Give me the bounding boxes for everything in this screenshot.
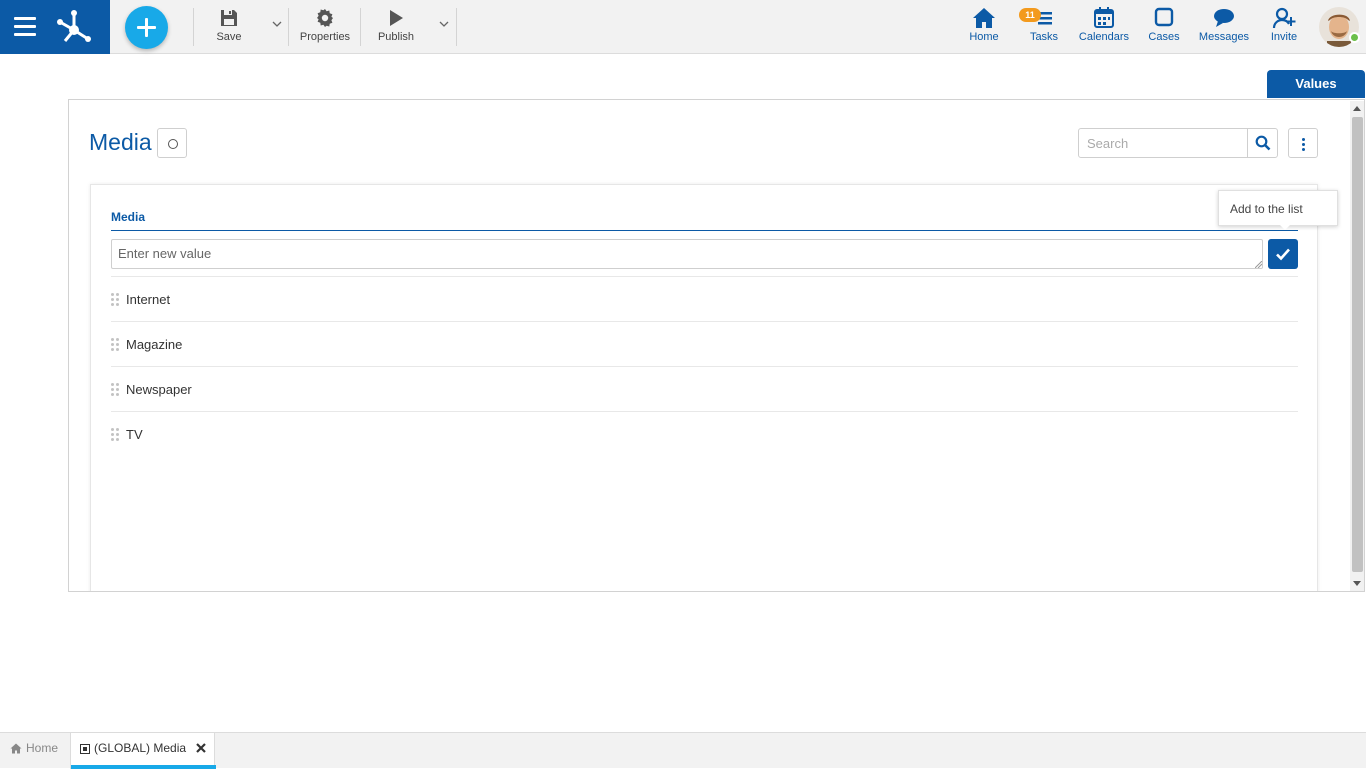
panel-scrollbar[interactable] bbox=[1350, 101, 1364, 591]
drag-handle-icon[interactable] bbox=[111, 383, 121, 396]
online-status-dot bbox=[1349, 32, 1360, 43]
nav-cases-label: Cases bbox=[1148, 31, 1180, 43]
toolbar-divider bbox=[456, 8, 457, 46]
scrollbar-thumb[interactable] bbox=[1352, 117, 1363, 572]
values-button[interactable]: Values bbox=[1267, 70, 1365, 98]
tasks-count-badge: 11 bbox=[1019, 8, 1041, 22]
nav-tasks-label: Tasks bbox=[1029, 31, 1059, 43]
publish-button[interactable]: Publish bbox=[374, 6, 418, 43]
list-item-label: Internet bbox=[126, 292, 171, 307]
top-bar: Save Properties Publish Home Tasks 11 Ca… bbox=[0, 0, 1366, 54]
list-item-label: TV bbox=[126, 427, 143, 442]
field-underline bbox=[111, 230, 1298, 231]
circle-icon bbox=[168, 139, 178, 149]
toolbar-divider bbox=[360, 8, 361, 46]
search-button[interactable] bbox=[1247, 128, 1278, 158]
tab-home[interactable]: Home bbox=[0, 733, 70, 769]
chevron-down-icon[interactable] bbox=[438, 18, 450, 30]
publish-label: Publish bbox=[377, 31, 415, 43]
menu-icon[interactable] bbox=[14, 17, 36, 37]
more-options-button[interactable] bbox=[1288, 128, 1318, 158]
nav-messages-label: Messages bbox=[1198, 31, 1250, 43]
nav-invite-label: Invite bbox=[1270, 31, 1298, 43]
page-title: Media bbox=[89, 129, 152, 155]
field-label: Media bbox=[111, 210, 146, 224]
search-icon bbox=[1255, 135, 1271, 151]
nav-home[interactable]: Home bbox=[966, 7, 1002, 43]
toolbar-divider bbox=[288, 8, 289, 46]
scroll-down-arrow[interactable] bbox=[1353, 581, 1361, 586]
add-button[interactable] bbox=[125, 6, 168, 49]
nav-home-label: Home bbox=[969, 31, 999, 43]
list-item[interactable]: Magazine bbox=[111, 321, 1298, 366]
save-icon bbox=[221, 10, 237, 26]
list-item-label: Newspaper bbox=[126, 382, 192, 397]
cases-icon bbox=[1154, 7, 1174, 27]
list-item[interactable]: Newspaper bbox=[111, 366, 1298, 411]
chevron-down-icon[interactable] bbox=[271, 18, 283, 30]
toolbar-divider bbox=[193, 8, 194, 46]
home-icon bbox=[10, 743, 22, 754]
properties-button[interactable]: Properties bbox=[297, 6, 353, 43]
main-panel: Media Media Add to the list Internet Mag… bbox=[68, 99, 1365, 592]
add-to-list-button[interactable] bbox=[1268, 239, 1298, 269]
tab-global-media[interactable]: (GLOBAL) Media bbox=[70, 733, 216, 769]
nav-invite[interactable]: Invite bbox=[1267, 7, 1301, 43]
values-list: Internet Magazine Newspaper TV bbox=[111, 276, 1298, 456]
nav-calendars-label: Calendars bbox=[1078, 31, 1130, 43]
properties-label: Properties bbox=[299, 31, 351, 43]
tooltip-arrow bbox=[1280, 225, 1290, 230]
invite-icon bbox=[1272, 7, 1296, 29]
form-icon bbox=[80, 744, 90, 754]
list-item[interactable]: TV bbox=[111, 411, 1298, 456]
active-tab-indicator bbox=[71, 765, 216, 769]
status-toggle-button[interactable] bbox=[157, 128, 187, 158]
play-icon bbox=[390, 10, 403, 26]
add-to-list-tooltip: Add to the list bbox=[1218, 190, 1338, 226]
drag-handle-icon[interactable] bbox=[111, 428, 121, 441]
save-label: Save bbox=[216, 31, 242, 43]
new-value-input[interactable] bbox=[111, 239, 1263, 269]
bottom-tab-bar: Home (GLOBAL) Media bbox=[0, 732, 1366, 769]
nav-cases[interactable]: Cases bbox=[1146, 7, 1182, 43]
list-item[interactable]: Internet bbox=[111, 276, 1298, 321]
tab-global-media-label: (GLOBAL) Media bbox=[94, 741, 187, 755]
logo-block bbox=[0, 0, 110, 54]
tab-home-label: Home bbox=[26, 741, 59, 755]
nav-calendars[interactable]: Calendars bbox=[1077, 7, 1131, 43]
search-input[interactable] bbox=[1078, 128, 1248, 158]
values-card: Media Add to the list Internet Magazine … bbox=[90, 184, 1338, 591]
check-icon bbox=[1276, 248, 1290, 261]
brand-icon[interactable] bbox=[56, 9, 92, 45]
calendar-icon bbox=[1094, 7, 1114, 28]
drag-handle-icon[interactable] bbox=[111, 293, 121, 306]
close-icon[interactable] bbox=[195, 742, 207, 754]
save-button[interactable]: Save bbox=[214, 6, 244, 43]
home-icon bbox=[973, 8, 995, 28]
list-item-label: Magazine bbox=[126, 337, 183, 352]
gear-icon bbox=[317, 9, 333, 27]
messages-icon bbox=[1214, 9, 1234, 27]
drag-handle-icon[interactable] bbox=[111, 338, 121, 351]
nav-messages[interactable]: Messages bbox=[1197, 7, 1251, 43]
resize-grip-icon[interactable] bbox=[1255, 261, 1262, 268]
scroll-up-arrow[interactable] bbox=[1353, 106, 1361, 111]
